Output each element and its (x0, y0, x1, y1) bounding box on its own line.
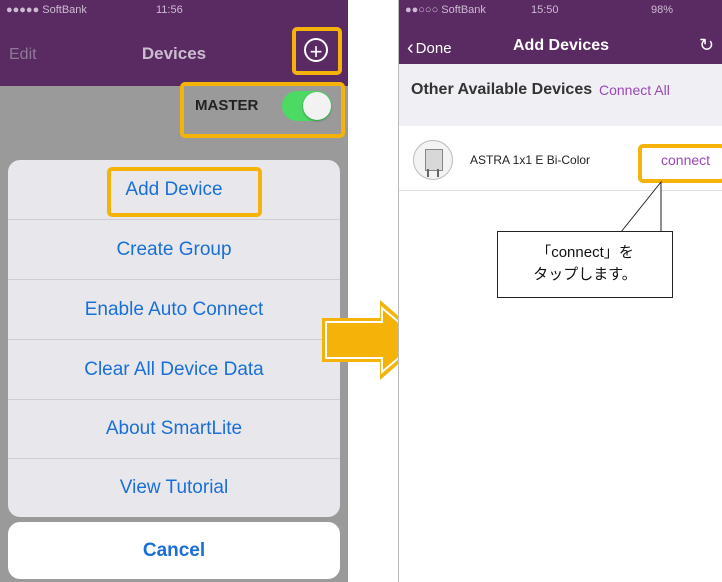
enable-auto-connect-button[interactable]: Enable Auto Connect (8, 280, 340, 340)
view-tutorial-button[interactable]: View Tutorial (8, 458, 340, 517)
callout-line-2: タップします。 (533, 266, 637, 283)
add-device-highlight (107, 167, 262, 217)
carrier-label: ●●●●● SoftBank (6, 4, 87, 16)
devices-screen: ●●●●● SoftBank 11:56 Edit Devices + MAST… (0, 0, 348, 582)
about-smartlite-button[interactable]: About SmartLite (8, 399, 340, 459)
status-bar: ●●●●● SoftBank 11:56 (0, 0, 348, 20)
clear-device-data-button[interactable]: Clear All Device Data (8, 340, 340, 400)
create-group-button[interactable]: Create Group (8, 220, 340, 280)
plus-highlight (292, 27, 342, 75)
add-devices-screen: ●●○○○ SoftBank 15:50 98% ‹ Done Add Devic… (398, 0, 722, 582)
time-label: 11:56 (156, 4, 183, 16)
callout-line-1: 「connect」を (536, 244, 634, 261)
instruction-callout: 「connect」を タップします。 (497, 231, 673, 298)
master-highlight (180, 82, 345, 138)
cancel-button[interactable]: Cancel (8, 522, 340, 579)
